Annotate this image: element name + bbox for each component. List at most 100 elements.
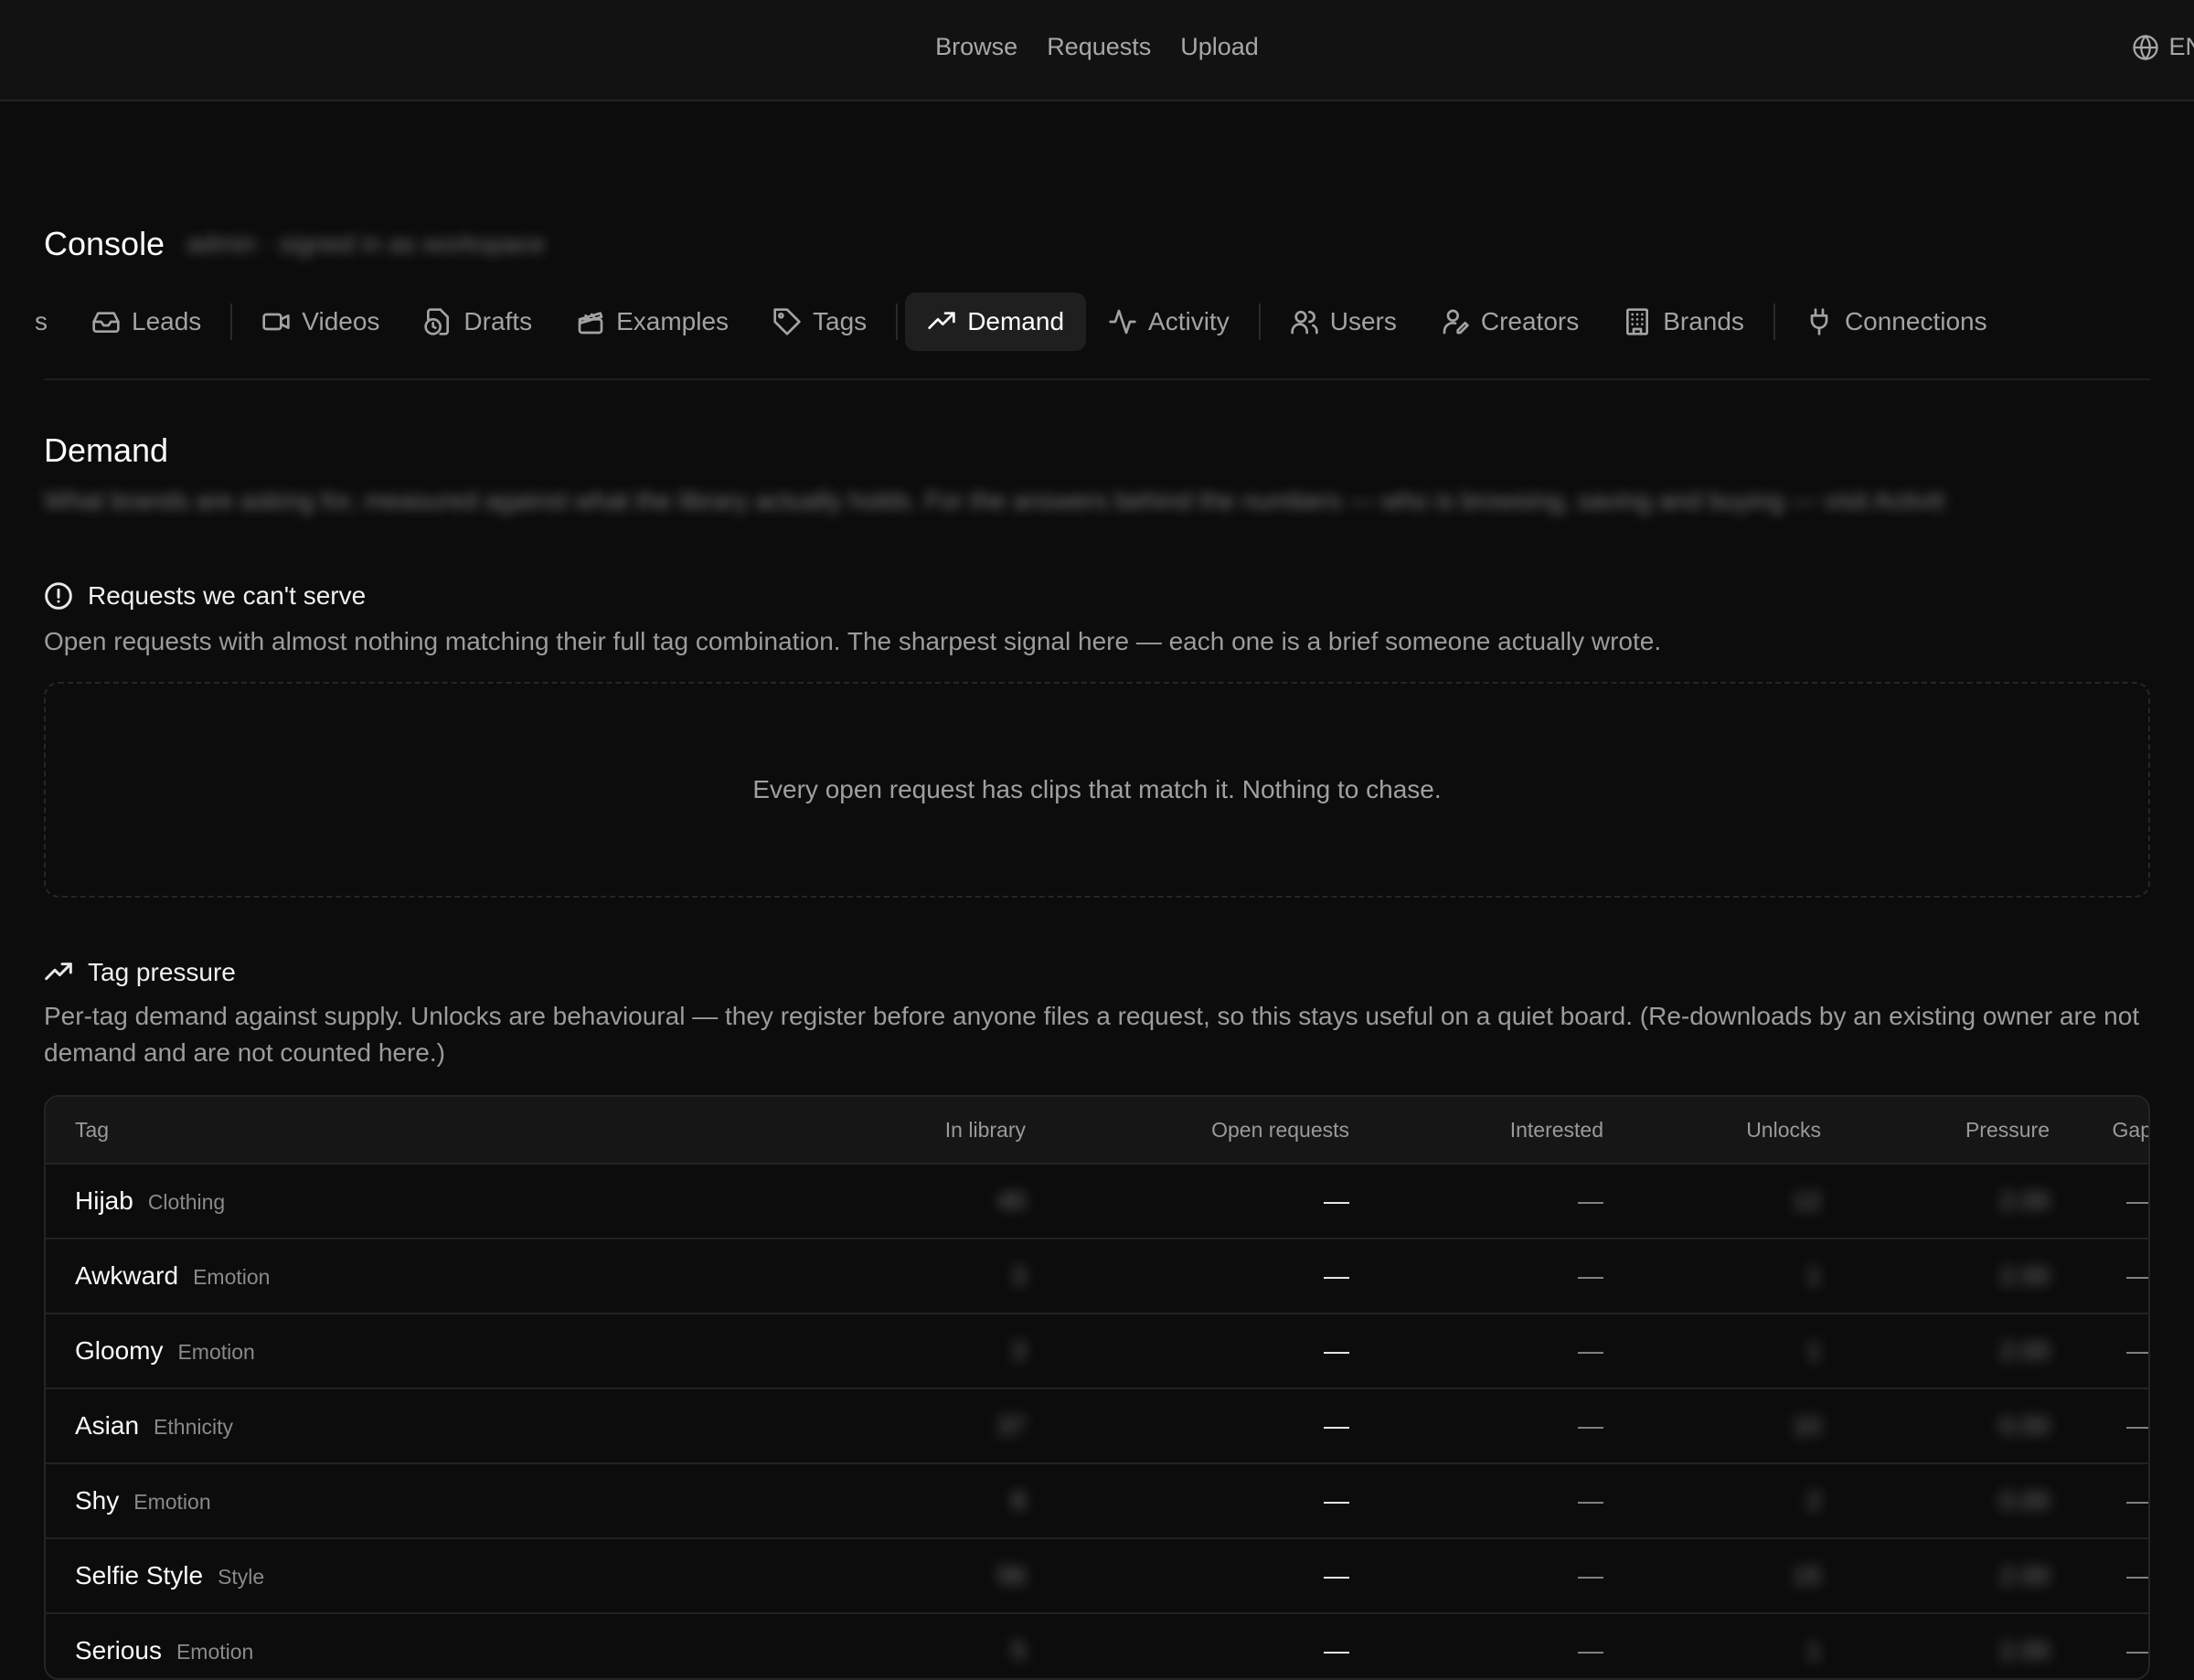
unlocks-value: 15 bbox=[1792, 1561, 1821, 1590]
gap-value: — bbox=[2126, 1336, 2150, 1365]
table-row[interactable]: Selfie Style Style 56 — — 15 2.00 — bbox=[46, 1539, 2148, 1614]
tag-name: Gloomy bbox=[75, 1336, 164, 1365]
language-label: EN bbox=[2168, 33, 2194, 60]
tab-demand-label: Demand bbox=[967, 307, 1065, 335]
tag-name: Shy bbox=[75, 1486, 120, 1515]
col-tag[interactable]: Tag bbox=[75, 1118, 623, 1143]
interested-value: — bbox=[1578, 1336, 1603, 1365]
tab-partial[interactable]: s bbox=[0, 292, 69, 351]
col-unlocks[interactable]: Unlocks bbox=[1603, 1118, 1821, 1143]
video-camera-icon bbox=[262, 313, 290, 331]
tab-creators[interactable]: Creators bbox=[1419, 292, 1601, 351]
tab-brands[interactable]: Brands bbox=[1601, 292, 1766, 351]
tag-cell: Shy Emotion bbox=[75, 1486, 623, 1515]
tab-tags[interactable]: Tags bbox=[751, 292, 889, 351]
tag-cell: Serious Emotion bbox=[75, 1636, 623, 1665]
nav-requests[interactable]: Requests bbox=[1047, 33, 1151, 61]
table-row[interactable]: Asian Ethnicity 37 — — 10 0.00 — bbox=[46, 1389, 2148, 1464]
unlocks-value: 10 bbox=[1792, 1411, 1821, 1440]
tab-brands-label: Brands bbox=[1663, 307, 1744, 335]
gap-value: — bbox=[2126, 1486, 2150, 1515]
open-requests-value: — bbox=[1324, 1486, 1349, 1515]
interested-value: — bbox=[1578, 1486, 1603, 1515]
unserved-title: Requests we can't serve bbox=[88, 581, 367, 610]
unlocks-value: 1 bbox=[1806, 1336, 1821, 1365]
col-gap[interactable]: Gap bbox=[2050, 1118, 2148, 1143]
tab-activity-label: Activity bbox=[1148, 307, 1230, 335]
table-header: Tag In library Open requests Interested … bbox=[46, 1097, 2148, 1164]
open-requests-value: — bbox=[1324, 1411, 1349, 1440]
tab-connections-label: Connections bbox=[1844, 307, 1987, 335]
gap-value: — bbox=[2126, 1186, 2150, 1215]
globe-icon bbox=[2133, 34, 2159, 60]
inbox-icon bbox=[92, 312, 120, 333]
alert-circle-icon bbox=[45, 582, 72, 610]
col-in-library[interactable]: In library bbox=[623, 1118, 1026, 1143]
tab-examples-label: Examples bbox=[616, 307, 730, 335]
tag-cell: Hijab Clothing bbox=[75, 1186, 623, 1216]
plug-icon bbox=[1810, 308, 1828, 335]
tag-pressure-description: Per-tag demand against supply. Unlocks a… bbox=[44, 1002, 2140, 1067]
tag-cell: Gloomy Emotion bbox=[75, 1336, 623, 1366]
col-interested[interactable]: Interested bbox=[1349, 1118, 1603, 1143]
pressure-value: 2.00 bbox=[1999, 1261, 2050, 1290]
empty-state-message: Every open request has clips that match … bbox=[752, 775, 1442, 803]
pressure-value: 2.00 bbox=[1999, 1561, 2050, 1590]
interested-value: — bbox=[1578, 1636, 1603, 1664]
tab-users[interactable]: Users bbox=[1268, 292, 1419, 351]
unlocks-value: 1 bbox=[1806, 1261, 1821, 1290]
console-title: Console bbox=[44, 225, 165, 262]
interested-value: — bbox=[1578, 1561, 1603, 1590]
tab-demand[interactable]: Demand bbox=[905, 292, 1087, 351]
col-pressure[interactable]: Pressure bbox=[1821, 1118, 2050, 1143]
top-nav: Browse Requests Upload bbox=[0, 33, 2194, 61]
pressure-value: 2.00 bbox=[1999, 1186, 2050, 1215]
table-row[interactable]: Gloomy Emotion 3 — — 1 2.00 — bbox=[46, 1314, 2148, 1389]
col-open-requests[interactable]: Open requests bbox=[1026, 1118, 1349, 1143]
table-body: Hijab Clothing 40 — — 12 2.00 — Awkward Em… bbox=[46, 1164, 2148, 1678]
tag-pressure-title: Tag pressure bbox=[88, 958, 236, 986]
tag-name: Awkward bbox=[75, 1261, 179, 1290]
tab-activity[interactable]: Activity bbox=[1086, 292, 1251, 351]
pressure-value: 2.00 bbox=[1999, 1336, 2050, 1365]
tab-leads[interactable]: Leads bbox=[69, 292, 223, 351]
unserved-description: Open requests with almost nothing matchi… bbox=[44, 627, 1662, 655]
tab-connections[interactable]: Connections bbox=[1783, 292, 2009, 351]
table-row[interactable]: Hijab Clothing 40 — — 12 2.00 — bbox=[46, 1164, 2148, 1239]
tab-separator bbox=[896, 303, 899, 340]
nav-browse[interactable]: Browse bbox=[935, 33, 1017, 61]
open-requests-value: — bbox=[1324, 1561, 1349, 1590]
users-icon bbox=[1291, 311, 1318, 335]
tag-pressure-table: Tag In library Open requests Interested … bbox=[44, 1095, 2150, 1680]
tab-separator bbox=[1258, 303, 1261, 340]
pressure-value: 0.00 bbox=[1999, 1486, 2050, 1515]
tab-examples[interactable]: Examples bbox=[554, 292, 751, 351]
tag-pressure-heading: Tag pressure bbox=[44, 958, 236, 987]
table-row[interactable]: Awkward Emotion 3 — — 1 2.00 — bbox=[46, 1239, 2148, 1314]
pressure-value: 0.00 bbox=[1999, 1411, 2050, 1440]
top-bar: Browse Requests Upload EN bbox=[0, 0, 2194, 101]
tab-videos[interactable]: Videos bbox=[240, 292, 401, 351]
interested-value: — bbox=[1578, 1261, 1603, 1290]
table-row[interactable]: Shy Emotion 8 — — 2 0.00 — bbox=[46, 1464, 2148, 1539]
tag-category: Emotion bbox=[176, 1640, 254, 1664]
tag-name: Hijab bbox=[75, 1186, 133, 1215]
tab-tags-label: Tags bbox=[813, 307, 868, 335]
in-library-value: 56 bbox=[996, 1561, 1026, 1590]
in-library-value: 8 bbox=[1011, 1486, 1026, 1515]
gap-value: — bbox=[2126, 1411, 2150, 1440]
tag-name: Serious bbox=[75, 1636, 162, 1664]
in-library-value: 5 bbox=[1011, 1636, 1026, 1664]
pressure-value: 2.00 bbox=[1999, 1636, 2050, 1664]
language-switcher[interactable]: EN bbox=[2132, 33, 2194, 61]
activity-icon bbox=[1109, 309, 1136, 335]
tag-icon bbox=[773, 308, 801, 335]
open-requests-value: — bbox=[1324, 1186, 1349, 1215]
gap-value: — bbox=[2126, 1261, 2150, 1290]
tag-name: Asian bbox=[75, 1411, 140, 1440]
in-library-value: 40 bbox=[996, 1186, 1026, 1215]
tab-drafts[interactable]: Drafts bbox=[401, 292, 554, 351]
tag-cell: Selfie Style Style bbox=[75, 1561, 623, 1590]
nav-upload[interactable]: Upload bbox=[1180, 33, 1259, 61]
table-row[interactable]: Serious Emotion 5 — — 1 2.00 — bbox=[46, 1614, 2148, 1678]
